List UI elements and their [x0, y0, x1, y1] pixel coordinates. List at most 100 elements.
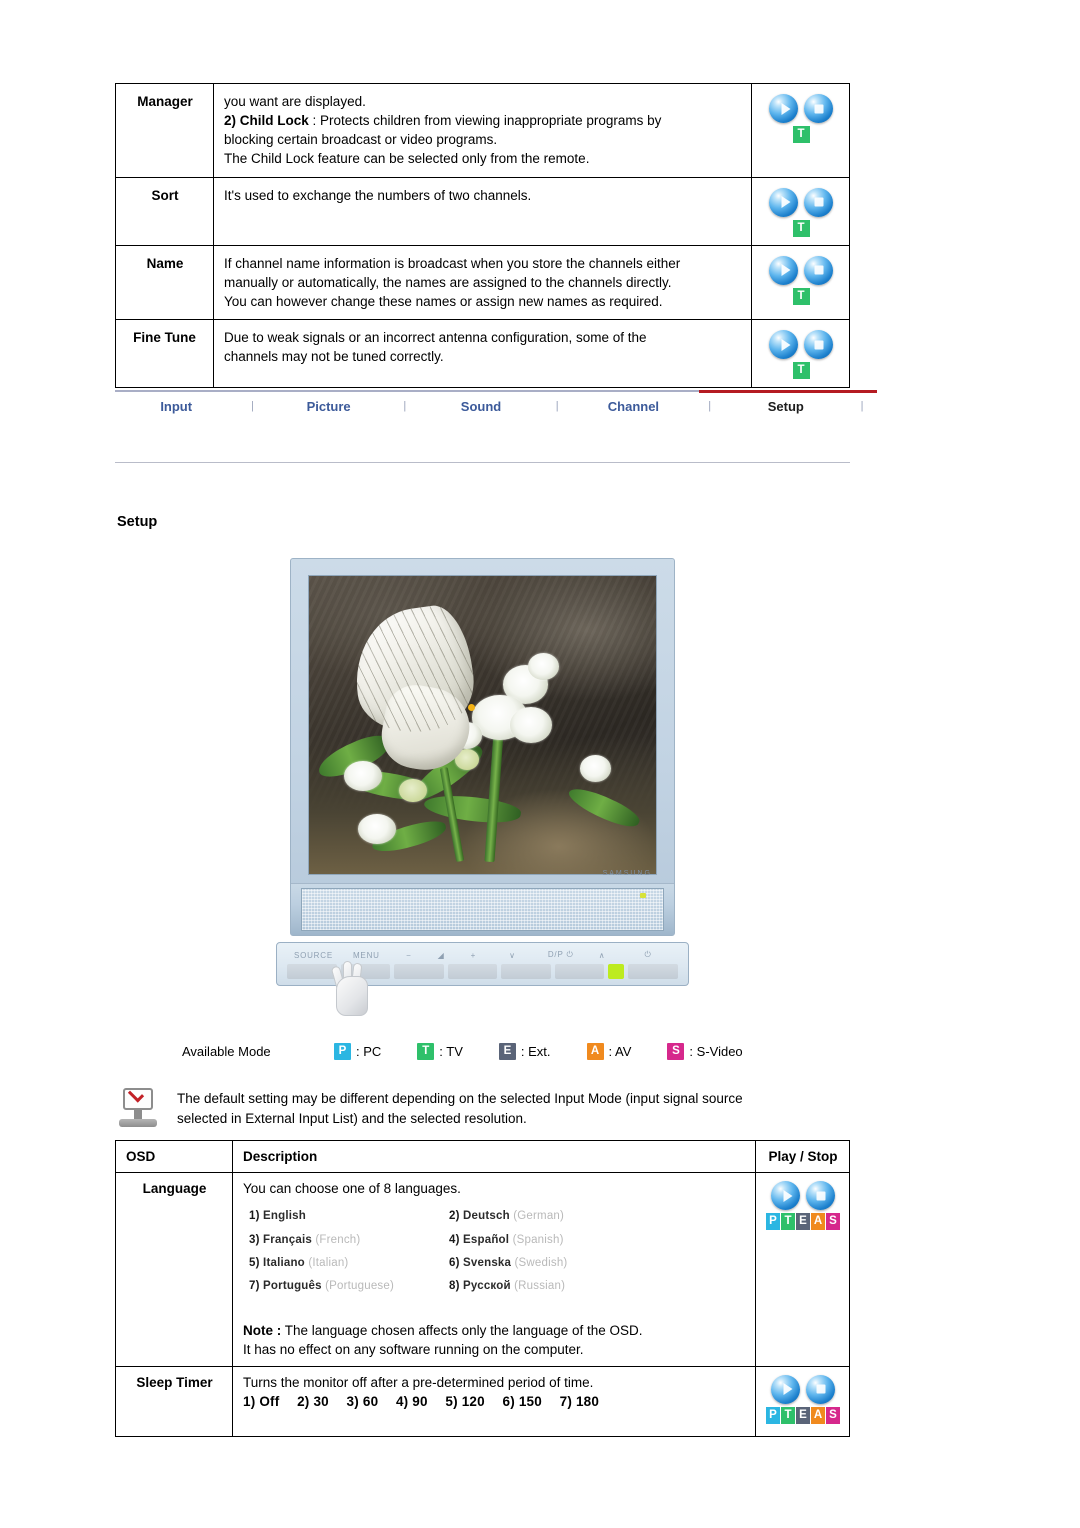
- play-icon[interactable]: [771, 1374, 800, 1404]
- key-volume-down[interactable]: [394, 964, 444, 979]
- available-mode-tv: T : TV: [417, 1043, 463, 1060]
- power-button-label[interactable]: ⏻: [618, 950, 678, 960]
- stop-icon[interactable]: [804, 94, 833, 123]
- language-english: (Swedish): [514, 1256, 568, 1269]
- row-description-language: You can choose one of 8 languages. 1) En…: [232, 1172, 756, 1367]
- osd-settings-table: OSD Description Play / Stop Language You…: [115, 1139, 850, 1438]
- note-rest: The language chosen affects only the lan…: [281, 1322, 643, 1338]
- available-mode-av-text: : AV: [608, 1044, 632, 1059]
- stop-icon[interactable]: [804, 187, 833, 217]
- nav-separator: |: [403, 400, 407, 412]
- hand-cursor-icon: [330, 960, 378, 1018]
- monitor-check-icon: [115, 1086, 161, 1132]
- row-description-manager: you want are displayed. 2) Child Lock : …: [213, 83, 752, 178]
- key-volume-up[interactable]: [447, 964, 498, 979]
- stop-icon[interactable]: [804, 255, 833, 285]
- volume-up-label[interactable]: +: [457, 951, 489, 960]
- play-icon[interactable]: [769, 187, 798, 217]
- stop-icon[interactable]: [806, 1374, 835, 1404]
- channel-down-label[interactable]: ∨: [489, 951, 535, 960]
- monitor-screen: [308, 575, 657, 875]
- monitor-illustration: SAMSUNG SOURCE MENU − ◢ + ∨ D/P ⏻ ∧ ⏻: [276, 558, 689, 1016]
- source-button-label[interactable]: SOURCE: [287, 951, 340, 960]
- play-icon[interactable]: [769, 330, 798, 360]
- badge-svideo-icon: S: [826, 1406, 840, 1424]
- language-english: (Italian): [308, 1256, 349, 1269]
- table-row: Manager you want are displayed. 2) Child…: [115, 83, 850, 178]
- flower-shape: [510, 707, 552, 743]
- play-stop-spheres[interactable]: [762, 255, 840, 285]
- dp-button-label[interactable]: D/P ⏻: [535, 950, 586, 960]
- stop-icon[interactable]: [804, 330, 833, 360]
- active-tab-underline: [699, 390, 877, 393]
- key-channel-down[interactable]: [501, 964, 551, 979]
- desc-line: If channel name information is broadcast…: [224, 255, 681, 271]
- row-description-sleep-timer: Turns the monitor off after a pre-determ…: [232, 1365, 756, 1438]
- play-icon[interactable]: [771, 1181, 800, 1211]
- play-stop-cell-sleep-timer: P T E A S: [755, 1365, 850, 1438]
- speaker-mesh: [301, 888, 664, 931]
- channel-settings-table: Manager you want are displayed. 2) Child…: [115, 83, 850, 389]
- sleep-timer-description: Turns the monitor off after a pre-determ…: [243, 1374, 594, 1390]
- play-stop-spheres[interactable]: [766, 1374, 840, 1404]
- flower-shape: [527, 653, 559, 681]
- language-intro: You can choose one of 8 languages.: [243, 1181, 461, 1197]
- note-bold-label: Note :: [243, 1322, 282, 1338]
- language-option-1[interactable]: 1) English: [249, 1208, 449, 1224]
- language-option-4[interactable]: 4) Español (Spanish): [449, 1232, 649, 1248]
- play-stop-spheres[interactable]: [762, 330, 840, 360]
- nav-tab-picture[interactable]: Picture: [267, 399, 389, 414]
- play-stop-spheres[interactable]: [766, 1181, 840, 1211]
- key-dp[interactable]: [554, 964, 605, 979]
- play-stop-cell: T: [751, 244, 850, 321]
- flower-shape: [579, 754, 611, 782]
- sleep-timer-values: 1) Off 2) 30 3) 60 4) 90 5) 120 6) 150 7…: [243, 1393, 600, 1409]
- available-mode-av: A : AV: [586, 1043, 632, 1060]
- badge-tv-icon: T: [792, 362, 810, 380]
- row-label-sort: Sort: [115, 176, 214, 246]
- badge-ext-icon: E: [796, 1213, 810, 1231]
- language-number: 1): [249, 1210, 260, 1223]
- mode-badges: T: [762, 126, 840, 143]
- nav-separator: |: [250, 400, 254, 412]
- stop-icon[interactable]: [806, 1181, 835, 1211]
- nav-tab-sound[interactable]: Sound: [420, 399, 542, 414]
- language-note: Note : The language chosen affects only …: [243, 1321, 746, 1360]
- mode-badges: T: [762, 219, 840, 237]
- butterfly-shape: [347, 601, 486, 778]
- row-description-name: If channel name information is broadcast…: [213, 244, 752, 321]
- play-stop-cell: T: [751, 83, 850, 178]
- language-number: 4): [449, 1233, 460, 1246]
- nav-tab-input[interactable]: Input: [115, 399, 237, 414]
- note-line: selected in External Input List) and the…: [177, 1110, 527, 1126]
- channel-up-label[interactable]: ∧: [586, 951, 618, 960]
- language-number: 5): [249, 1256, 260, 1269]
- volume-down-label[interactable]: −: [393, 951, 425, 960]
- language-name: Русской: [463, 1280, 511, 1293]
- play-icon[interactable]: [769, 94, 798, 123]
- play-icon[interactable]: [769, 255, 798, 285]
- key-power[interactable]: [628, 964, 679, 979]
- menu-button-label[interactable]: MENU: [340, 951, 393, 960]
- language-english: (French): [315, 1233, 361, 1246]
- badge-pc-icon: P: [766, 1406, 780, 1424]
- language-option-6[interactable]: 6) Svenska (Swedish): [449, 1255, 649, 1271]
- language-option-7[interactable]: 7) Português (Portuguese): [249, 1278, 449, 1294]
- language-option-2[interactable]: 2) Deutsch (German): [449, 1208, 649, 1224]
- play-stop-spheres[interactable]: [762, 94, 840, 123]
- row-description-fine-tune: Due to weak signals or an incorrect ante…: [213, 319, 752, 389]
- play-stop-spheres[interactable]: [762, 187, 840, 217]
- child-lock-bold: 2) Child Lock: [224, 113, 309, 129]
- available-mode-pc-text: : PC: [356, 1044, 382, 1059]
- child-lock-rest: : Protects children from viewing inappro…: [308, 113, 662, 129]
- badge-tv-icon: T: [417, 1043, 435, 1060]
- nav-tab-channel[interactable]: Channel: [572, 399, 694, 414]
- language-option-8[interactable]: 8) Русской (Russian): [449, 1278, 649, 1294]
- nav-tab-setup[interactable]: Setup: [725, 399, 847, 414]
- language-option-3[interactable]: 3) Français (French): [249, 1232, 449, 1248]
- content-divider: [115, 462, 850, 463]
- language-option-5[interactable]: 5) Italiano (Italian): [249, 1255, 449, 1271]
- desc-line: The Child Lock feature can be selected o…: [224, 151, 590, 167]
- key-source[interactable]: [287, 964, 337, 979]
- available-mode-pc: P : PC: [334, 1043, 381, 1060]
